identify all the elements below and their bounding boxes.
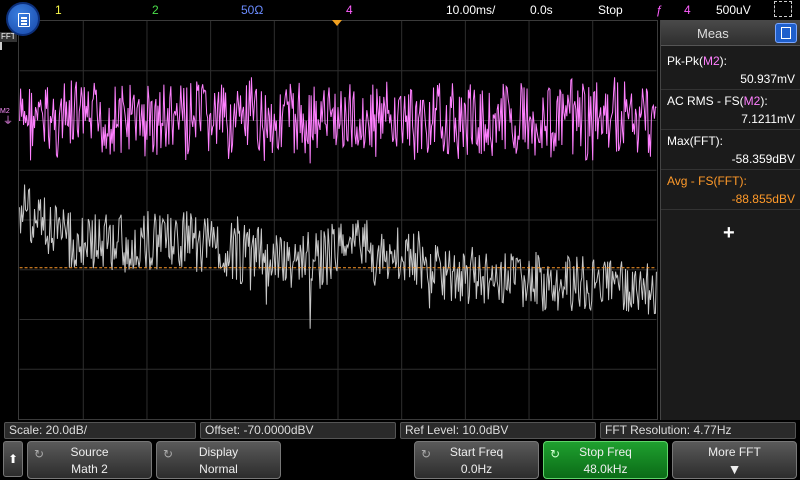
ground-reference-icon: ⏚ [3,116,13,127]
down-arrow-icon: ▼ [727,461,742,477]
run-state[interactable]: Stop [598,2,623,18]
meas-row-avg-fft[interactable]: Avg - FS(FFT): -88.855dBV [661,170,800,210]
meas-value: 7.1211mV [741,112,795,126]
softkey-name: Start Freq [449,445,504,459]
softkey-value: Math 2 [71,462,108,476]
meas-row-pkpk[interactable]: Pk-Pk(M2): 50.937mV [661,50,800,90]
add-measurement-button[interactable]: + [723,222,735,245]
measurement-panel: Meas Pk-Pk(M2): 50.937mV AC RMS - FS(M2)… [660,20,800,420]
softkey-name: More FFT [708,445,761,459]
softkey-value: Normal [199,462,238,476]
meas-label: Pk-Pk(M2): [667,54,728,68]
meas-value: 50.937mV [740,72,795,86]
softkey-bar: ↻ Source Math 2 ↻ Display Normal ↻ Start… [0,440,800,480]
fft-resolution-readout: FFT Resolution: 4.77Hz [600,422,796,439]
offset-readout: Offset: -70.0000dBV [200,422,396,439]
acquire-mode-icon[interactable] [774,1,792,17]
fft-info-bar: Scale: 20.0dB/ Offset: -70.0000dBV Ref L… [0,420,800,440]
trigger-level[interactable]: 500uV [716,2,751,18]
trigger-source[interactable]: 4 [684,2,691,18]
meas-label: AC RMS - FS(M2): [667,94,768,108]
softkey-name: Display [198,445,239,459]
trigger-edge-icon: ƒ [656,3,663,17]
channel-marker-strip [0,20,18,420]
meas-row-acrms[interactable]: AC RMS - FS(M2): 7.1211mV [661,90,800,130]
graticule-grid [19,21,657,419]
meas-label: Max(FFT): [667,134,724,148]
softkey-value: 48.0kHz [583,462,628,476]
fft-marker-arrow [0,42,16,50]
delay-readout[interactable]: 0.0s [530,2,553,18]
back-button[interactable]: ⬆ [3,441,23,477]
ref-level-readout: Ref Level: 10.0dBV [400,422,596,439]
timebase-readout[interactable]: 10.00ms/ [446,2,495,18]
softkey-name: Stop Freq [579,445,632,459]
meas-value: -88.855dBV [731,192,795,206]
display-softkey[interactable]: ↻ Display Normal [156,441,281,479]
channel-4-indicator[interactable]: 4 [346,2,353,18]
channel-1-indicator[interactable]: 1 [55,2,62,18]
menu-icon [18,13,30,27]
meas-row-max-fft[interactable]: Max(FFT): -58.359dBV [661,130,800,170]
meas-title: Meas [697,26,729,41]
status-bar: 1 2 50Ω 4 10.00ms/ 0.0s Stop ƒ 4 500uV [0,0,800,20]
up-arrow-icon: ⬆ [8,452,19,466]
meas-label: Avg - FS(FFT): [667,174,747,188]
math2-marker-label[interactable]: M2 [0,108,10,116]
waveform-display[interactable] [18,20,658,420]
book-icon [781,27,791,39]
source-softkey[interactable]: ↻ Source Math 2 [27,441,152,479]
start-freq-softkey[interactable]: ↻ Start Freq 0.0Hz [414,441,539,479]
trigger-position-marker[interactable] [332,20,342,26]
scale-readout: Scale: 20.0dB/ [4,422,196,439]
softkey-name: Source [70,445,109,459]
channel-3-indicator[interactable]: 50Ω [241,2,263,18]
meas-header[interactable]: Meas [661,20,800,46]
softkey-value: 0.0Hz [460,462,493,476]
meas-value: -58.359dBV [731,152,795,166]
stop-freq-softkey[interactable]: ↻ Stop Freq 48.0kHz [543,441,668,479]
meas-settings-button[interactable] [775,23,797,43]
main-menu-button[interactable] [6,2,40,36]
channel-2-indicator[interactable]: 2 [152,2,159,18]
more-fft-softkey[interactable]: More FFT ▼ [672,441,797,479]
